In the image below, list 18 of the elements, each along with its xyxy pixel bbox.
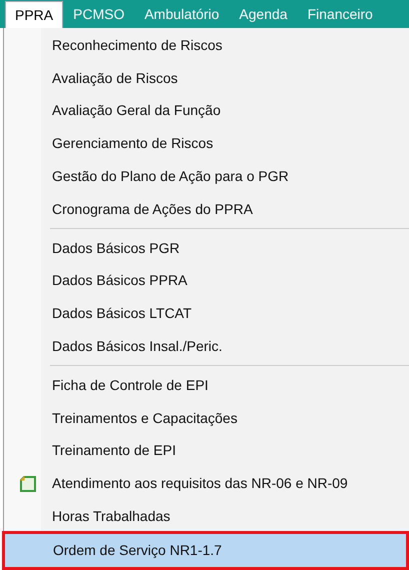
menu-option[interactable]: Reconhecimento de Riscos <box>4 29 409 62</box>
menu-option[interactable]: Atendimento aos requisitos das NR-06 e NR-09 <box>4 467 409 500</box>
menu-option[interactable]: Avaliação de Riscos <box>4 62 409 95</box>
menu-option[interactable]: Dados Básicos LTCAT <box>4 297 409 330</box>
menu-option[interactable]: Treinamentos e Capacitações <box>4 402 409 435</box>
menu-option[interactable]: Ficha de Controle de EPI <box>4 368 409 402</box>
menu-option[interactable]: Avaliação Geral da Função <box>4 94 409 128</box>
document-icon <box>19 474 37 493</box>
menu-option[interactable]: Ordem de Serviço NR1-1.7 <box>5 534 406 567</box>
menu-option[interactable]: Dados Básicos PGR <box>4 232 409 265</box>
menu-option[interactable]: Treinamento de EPI <box>4 434 409 468</box>
menu-option[interactable]: Dados Básicos Insal./Peric. <box>4 330 409 363</box>
menu-item[interactable]: PPRA <box>5 1 64 28</box>
menu-option[interactable]: Gestão do Plano de Ação para o PGR <box>4 160 409 193</box>
menu-option[interactable]: Gerenciamento de Riscos <box>4 127 409 160</box>
menu-option[interactable]: Dados Básicos PPRA <box>4 264 409 298</box>
menu-option[interactable]: Horas Trabalhadas <box>4 500 409 533</box>
menu-option[interactable]: Cronograma de Ações do PPRA <box>4 192 409 226</box>
